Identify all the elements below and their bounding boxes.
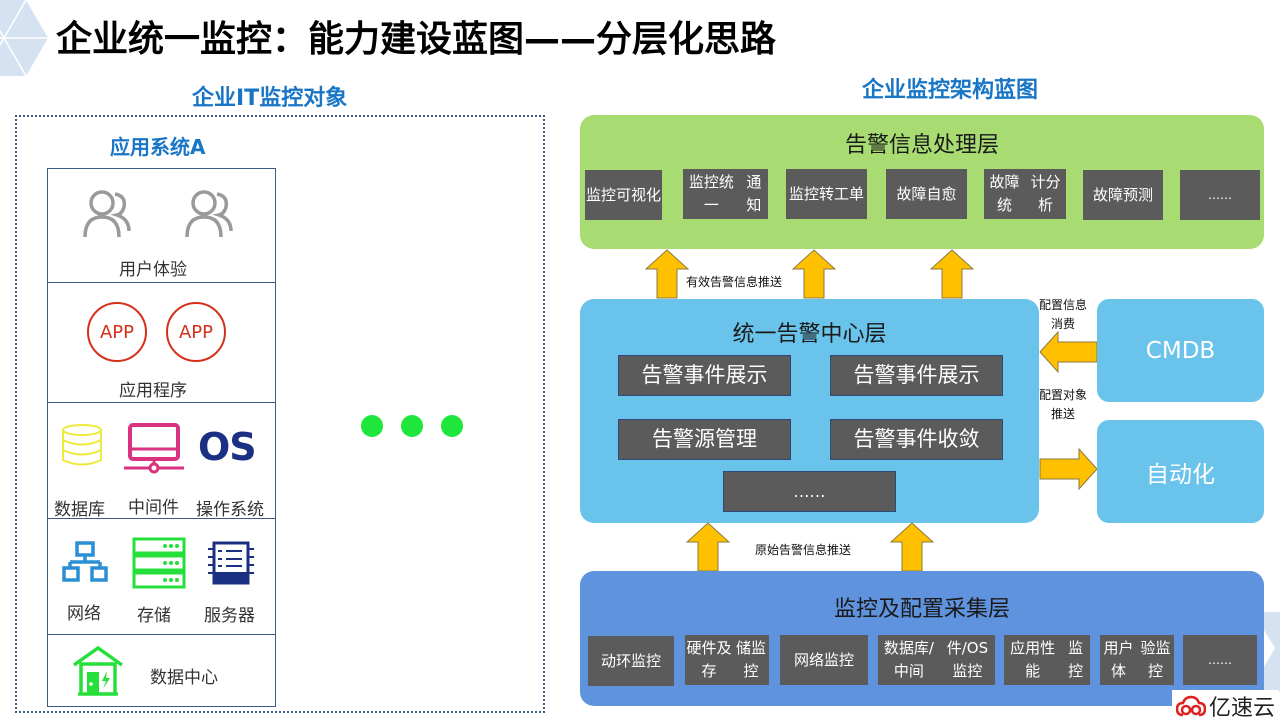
function-box-more: …… xyxy=(723,471,896,512)
cell-user-experience: 用户体验 xyxy=(48,169,275,283)
ellipsis-dot xyxy=(401,415,423,437)
up-arrow xyxy=(645,249,689,299)
brand-watermark: 亿速云 xyxy=(1172,690,1280,719)
app-icon: APP xyxy=(166,302,226,362)
brand-text: 亿速云 xyxy=(1209,696,1276,719)
cell-applications: APP APP 应用程序 xyxy=(48,283,275,403)
layer-title: 统一告警中心层 xyxy=(732,322,887,347)
function-box: 告警事件展示 xyxy=(830,355,1003,396)
cell-label: 应用程序 xyxy=(119,381,187,401)
user-group-icon xyxy=(83,190,131,238)
cloud-logo-icon xyxy=(1176,695,1206,717)
up-arrow xyxy=(930,249,974,299)
app-icon: APP xyxy=(87,302,147,362)
storage-icon xyxy=(132,537,186,589)
cell-label: 数据中心 xyxy=(150,668,218,688)
automation-box: 自动化 xyxy=(1097,420,1264,523)
ellipsis-dot xyxy=(361,415,383,437)
left-heading: 企业IT监控对象 xyxy=(192,86,348,111)
cell-label: 数据库 xyxy=(54,500,105,520)
cell-software: OS 数据库 中间件 操作系统 xyxy=(48,403,275,520)
cell-label: 操作系统 xyxy=(196,500,264,520)
function-box: 硬件及存 储监控 xyxy=(685,635,769,685)
os-icon: OS xyxy=(198,425,257,469)
hex-decoration xyxy=(0,0,48,77)
it-stack: 用户体验 APP APP 应用程序 OS 数据库 中间件 操作系统 网络 存储 … xyxy=(47,168,276,707)
cmdb-box: CMDB xyxy=(1097,299,1264,402)
up-arrow xyxy=(792,249,836,299)
cmdb-note: 配置信息 消费 xyxy=(1039,298,1088,331)
function-box-more: …… xyxy=(1180,170,1260,220)
function-box: 应用性能 监控 xyxy=(1004,635,1090,685)
user-group-icon xyxy=(185,190,233,238)
push-valid-label: 有效告警信息推送 xyxy=(686,275,783,289)
function-box: 动环监控 xyxy=(588,636,674,686)
function-box: 监控统一 通知 xyxy=(683,169,768,219)
function-box: 告警源管理 xyxy=(618,419,791,460)
cell-label: 中间件 xyxy=(128,498,179,518)
function-box: 监控转 工单 xyxy=(786,169,867,219)
right-heading: 企业监控架构蓝图 xyxy=(862,78,1039,103)
layer-title: 告警信息处理层 xyxy=(844,133,999,158)
cell-infrastructure: 网络 存储 服务器 xyxy=(48,519,275,635)
cell-datacenter: 数据中心 xyxy=(48,635,275,707)
network-icon xyxy=(62,541,108,582)
left-arrow xyxy=(1039,331,1098,373)
middleware-icon xyxy=(124,423,184,474)
function-box: 用户体 验监控 xyxy=(1100,635,1174,685)
layer-title: 监控及配置采集层 xyxy=(833,597,1010,622)
function-box: 网络监控 xyxy=(780,635,868,685)
function-box: 数据库/中间 件/OS监控 xyxy=(878,635,995,685)
cell-label: 网络 xyxy=(67,604,101,624)
right-arrow xyxy=(1039,448,1098,490)
cell-label: 用户体验 xyxy=(119,260,187,280)
function-box: 故障统 计分析 xyxy=(984,169,1066,219)
function-box: 故障自愈 xyxy=(886,169,967,219)
page-title: 企业统一监控：能力建设蓝图——分层化思路 xyxy=(56,19,777,60)
alert-processing-layer: 告警信息处理层 监控可 视化 监控统一 通知 监控转 工单 故障自愈 故障统 计分析 故… xyxy=(580,115,1264,249)
automation-note: 配置对象 推送 xyxy=(1039,388,1088,421)
function-box: 故障预测 xyxy=(1083,170,1163,220)
function-box-more: …… xyxy=(1183,635,1257,685)
server-icon xyxy=(208,541,254,585)
system-title: 应用系统A xyxy=(110,135,206,159)
cell-label: 服务器 xyxy=(204,606,255,626)
monitoring-collection-layer: 监控及配置采集层 动环监控 硬件及存 储监控 网络监控 数据库/中间 件/OS监控 … xyxy=(580,571,1264,706)
up-arrow xyxy=(890,522,934,572)
function-box: 告警事件展示 xyxy=(618,355,791,396)
ellipsis-dot xyxy=(441,415,463,437)
database-icon xyxy=(62,424,102,466)
cell-label: 存储 xyxy=(137,606,171,626)
function-box: 告警事件收敛 xyxy=(830,419,1003,460)
function-box: 监控可 视化 xyxy=(585,170,662,220)
up-arrow xyxy=(686,522,730,572)
datacenter-icon xyxy=(72,645,124,696)
unified-alert-center-layer: 统一告警中心层 告警事件展示 告警事件展示 告警源管理 告警事件收敛 …… xyxy=(580,299,1039,523)
push-raw-label: 原始告警信息推送 xyxy=(755,543,852,557)
